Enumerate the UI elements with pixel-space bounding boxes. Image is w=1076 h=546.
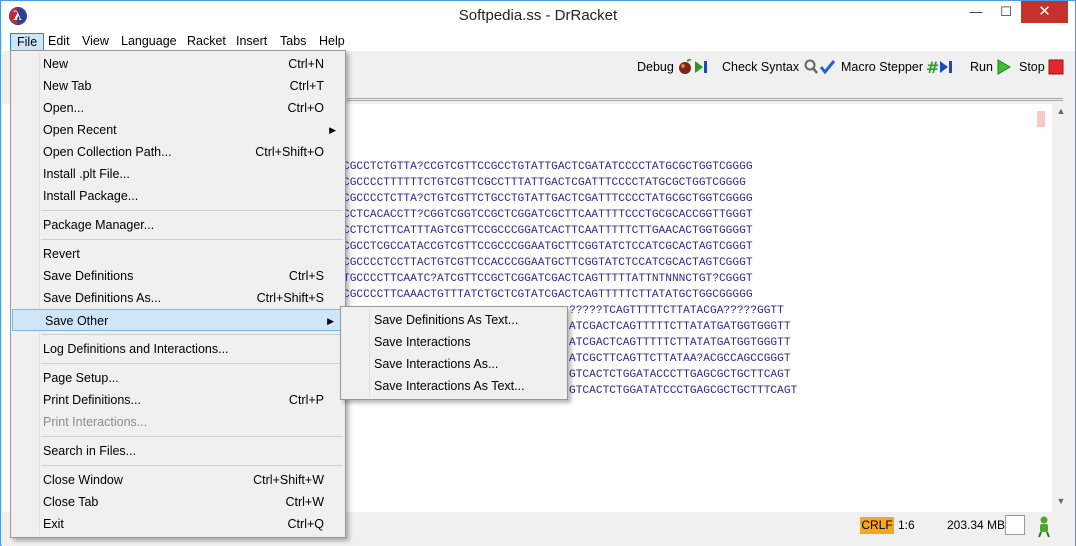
menu-separator (41, 363, 343, 364)
menu-edit[interactable]: Edit (42, 33, 76, 51)
run-icon (997, 59, 1012, 75)
menu-separator (41, 239, 343, 240)
minimize-button[interactable]: — (961, 1, 991, 23)
submenu-arrow-icon: ▶ (329, 125, 336, 135)
code-line: CGCCTCTGTTA?CCGTCGTTCCGCCTGTATTGACTCGATA… (343, 161, 753, 173)
check-syntax-label: Check Syntax (722, 60, 800, 74)
submenu-item-save-interactions-as-text[interactable]: Save Interactions As Text... (341, 375, 567, 397)
window-title: Softpedia.ss - DrRacket (458, 7, 618, 24)
eol-badge[interactable]: CRLF (860, 517, 894, 534)
menu-item-print-interactions: Print Interactions... (43, 415, 148, 429)
menu-item-save-definitions-as[interactable]: Save Definitions As... Ctrl+Shift+S (11, 287, 345, 309)
menu-item-save-other[interactable]: Save Other ▶ (12, 309, 344, 331)
menu-item-open-recent[interactable]: Open Recent ▶ (11, 119, 345, 141)
submenu-item-save-definitions-as-text[interactable]: Save Definitions As Text... (341, 309, 567, 331)
menu-item-page-setup[interactable]: Page Setup... (11, 367, 345, 389)
pane-divider[interactable] (347, 98, 1063, 101)
run-button[interactable]: Run (970, 59, 1012, 77)
magnifier-check-icon (804, 59, 835, 75)
code-line: ATCGACTCAGTTTTTCTTATATGATGGTGGGTT (569, 337, 791, 349)
menu-item-exit[interactable]: Exit Ctrl+Q (11, 513, 345, 535)
menu-item-close-window[interactable]: Close Window Ctrl+Shift+W (11, 469, 345, 491)
menu-item-print-definitions[interactable]: Print Definitions... Ctrl+P (11, 389, 345, 411)
menu-item-open-collection-path[interactable]: Open Collection Path... Ctrl+Shift+O (11, 141, 345, 163)
running-mascot-icon (1038, 516, 1050, 538)
menu-help[interactable]: Help (313, 33, 351, 51)
macro-stepper-icon: # (926, 58, 953, 77)
stop-label: Stop (1019, 60, 1045, 74)
menu-item-package-manager[interactable]: Package Manager... (11, 214, 345, 236)
menu-insert[interactable]: Insert (230, 33, 273, 51)
stop-icon (1048, 59, 1064, 75)
code-line: CGCCCCTCTTA?CTGTCGTTCTGCCTGTATTGACTCGATT… (343, 193, 753, 205)
gc-indicator (1005, 515, 1025, 535)
cursor-position: 1:6 (898, 518, 915, 532)
code-line: CGCCCCTTCAAACTGTTTATCTGCTCGTATCGACTCAGTT… (343, 289, 753, 301)
menu-item-log-definitions[interactable]: Log Definitions and Interactions... (11, 338, 345, 360)
menu-view[interactable]: View (76, 33, 115, 51)
title-bar: λ Softpedia.ss - DrRacket — ☐ ✕ (1, 1, 1075, 32)
menu-file[interactable]: File (10, 33, 45, 51)
scroll-down-icon[interactable]: ▼ (1056, 496, 1066, 506)
debug-button[interactable]: Debug (637, 58, 713, 77)
menu-item-new[interactable]: New Ctrl+N (11, 53, 345, 75)
code-line: CCTCACACCTT?CGGTCGGTCCGCTCGGATCGCTTCAATT… (343, 209, 753, 221)
menu-item-new-tab[interactable]: New Tab Ctrl+T (11, 75, 345, 97)
submenu-item-save-interactions-as[interactable]: Save Interactions As... (341, 353, 567, 375)
menu-item-save-definitions[interactable]: Save Definitions Ctrl+S (11, 265, 345, 287)
error-marker (1037, 111, 1045, 127)
code-line: CCTCTCTTCATTTAGTCGTTCCGCCCGGATCACTTCAATT… (343, 225, 753, 237)
code-line: ATCGCTTCAGTTCTTATAA?ACGCCAGCCGGGT (569, 353, 791, 365)
menu-item-install-package[interactable]: Install Package... (11, 185, 345, 207)
menu-item-close-tab[interactable]: Close Tab Ctrl+W (11, 491, 345, 513)
debug-icon (679, 58, 708, 74)
menu-item-install-plt[interactable]: Install .plt File... (11, 163, 345, 185)
file-menu-dropdown: New Ctrl+N New Tab Ctrl+T Open... Ctrl+O Op… (10, 50, 346, 538)
submenu-item-save-interactions[interactable]: Save Interactions (341, 331, 567, 353)
macro-stepper-label: Macro Stepper (841, 60, 923, 74)
close-window-button[interactable]: ✕ (1021, 1, 1068, 23)
code-line: CGCCCCTCCTTACTGTCGTTCCACCCGGAATGCTTCGGTA… (343, 257, 753, 269)
menu-separator (41, 436, 343, 437)
menu-tabs[interactable]: Tabs (274, 33, 312, 51)
check-syntax-button[interactable]: Check Syntax (722, 59, 837, 77)
code-line: GTCACTCTGGATACCCTTGAGCGCTGCTTCAGT (569, 369, 791, 381)
menu-item-open[interactable]: Open... Ctrl+O (11, 97, 345, 119)
menu-racket[interactable]: Racket (181, 33, 232, 51)
menu-separator (41, 465, 343, 466)
code-line: ATCGACTCAGTTTTTCTTATATGATGGTGGGTT (569, 321, 791, 333)
code-line: TGCCCCTTCAATC?ATCGTTCCGCTCGGATCGACTCAGTT… (343, 273, 753, 285)
code-line: CGCCTCGCCATACCGTCGTTCCGCCCGGAATGCTTCGGTA… (343, 241, 753, 253)
run-label: Run (970, 60, 993, 74)
menu-bar: File Edit View Language Racket Insert Ta… (2, 32, 1075, 51)
scroll-up-icon[interactable]: ▲ (1056, 106, 1066, 116)
menu-language[interactable]: Language (115, 33, 183, 51)
code-line: CGCCCCTTTTTTCTGTCGTTCGCCTTTATTGACTCGATTT… (343, 177, 746, 189)
code-line: GTCACTCTGGATATCCCTGAGCGCTGCTTTCAGT (569, 385, 798, 397)
maximize-button[interactable]: ☐ (991, 1, 1021, 23)
menu-separator (41, 210, 343, 211)
debug-label: Debug (637, 60, 674, 74)
save-other-submenu: Save Definitions As Text... Save Interac… (340, 306, 568, 400)
menu-item-search-in-files[interactable]: Search in Files... (11, 440, 345, 462)
submenu-arrow-icon: ▶ (327, 316, 334, 326)
stop-button[interactable]: Stop (1019, 59, 1064, 77)
macro-stepper-button[interactable]: Macro Stepper # (841, 58, 960, 77)
menu-separator (41, 334, 343, 335)
svg-text:#: # (926, 59, 939, 75)
editor-scrollbar[interactable]: ▲ ▼ (1052, 104, 1070, 512)
menu-item-revert[interactable]: Revert (11, 243, 345, 265)
code-line: ?????TCAGTTTTTCTTATACGA?????GGTT (569, 305, 784, 317)
memory-usage[interactable]: 203.34 MB (947, 518, 1005, 532)
